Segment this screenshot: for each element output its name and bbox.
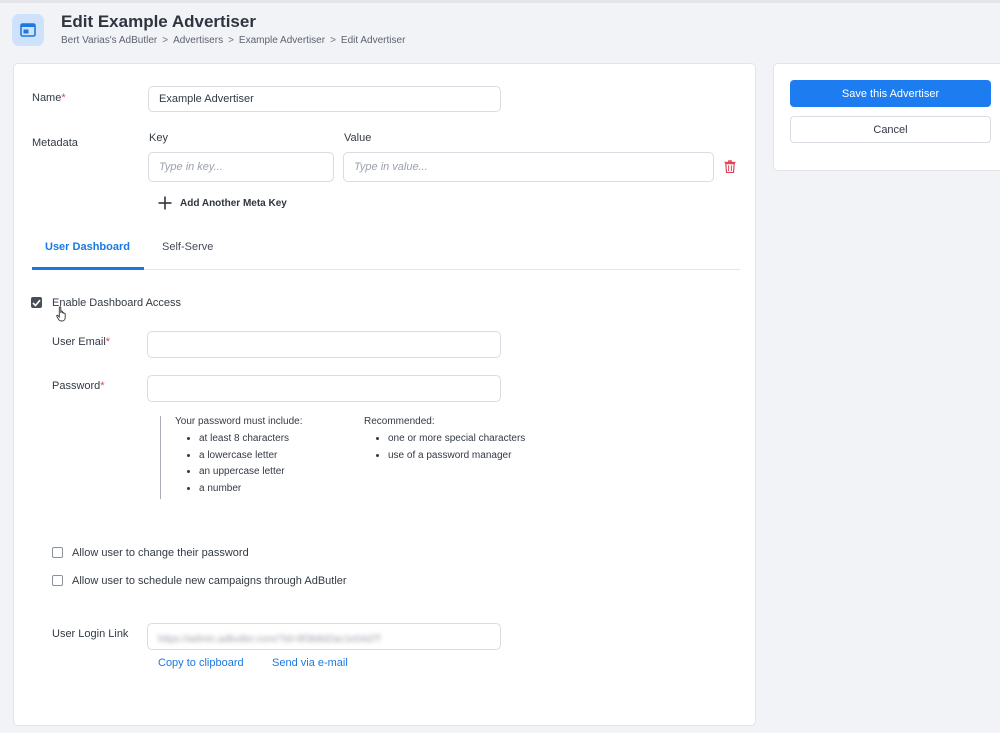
login-link-value: https://admin.adbutler.com/?id=9f3b8d2ac… bbox=[158, 634, 381, 645]
required-mark: * bbox=[61, 92, 66, 104]
enable-access-label[interactable]: Enable Dashboard Access bbox=[52, 297, 181, 309]
add-meta-key-button[interactable]: Add Another Meta Key bbox=[158, 196, 287, 210]
delete-meta-icon[interactable] bbox=[724, 160, 736, 178]
requirement-item: an uppercase letter bbox=[199, 465, 302, 479]
allow-schedule-label[interactable]: Allow user to schedule new campaigns thr… bbox=[72, 575, 347, 587]
checkmark-icon bbox=[32, 299, 41, 307]
add-meta-label: Add Another Meta Key bbox=[180, 197, 287, 209]
breadcrumb: Bert Varias's AdButler > Advertisers > E… bbox=[61, 35, 405, 46]
breadcrumb-separator: > bbox=[228, 35, 234, 46]
plus-icon bbox=[158, 196, 172, 210]
tab-self-serve[interactable]: Self-Serve bbox=[162, 241, 213, 253]
breadcrumb-separator: > bbox=[330, 35, 336, 46]
user-email-input[interactable] bbox=[147, 331, 501, 358]
name-label-text: Name bbox=[32, 92, 62, 104]
requirement-item: at least 8 characters bbox=[199, 432, 302, 446]
password-recommendations: Recommended: one or more special charact… bbox=[364, 416, 525, 465]
breadcrumb-item-advertisers[interactable]: Advertisers bbox=[173, 35, 223, 46]
name-label: Name* bbox=[32, 92, 66, 104]
password-requirements: Your password must include: at least 8 c… bbox=[175, 416, 302, 498]
copy-to-clipboard-link[interactable]: Copy to clipboard bbox=[158, 657, 244, 669]
login-link-field[interactable]: https://admin.adbutler.com/?id=9f3b8d2ac… bbox=[147, 623, 501, 650]
hand-cursor-icon bbox=[56, 306, 68, 327]
recommended-item: use of a password manager bbox=[388, 449, 525, 463]
breadcrumb-separator: > bbox=[162, 35, 169, 46]
top-border bbox=[0, 0, 1000, 3]
meta-value-label: Value bbox=[344, 132, 372, 144]
password-label: Password* bbox=[52, 380, 105, 392]
meta-key-input[interactable] bbox=[148, 152, 334, 182]
meta-key-label: Key bbox=[149, 132, 168, 144]
name-input[interactable] bbox=[148, 86, 501, 112]
breadcrumb-item-account[interactable]: Bert Varias's AdButler bbox=[61, 35, 157, 46]
requirement-item: a number bbox=[199, 482, 302, 496]
allow-schedule-checkbox[interactable] bbox=[52, 575, 63, 586]
send-via-email-link[interactable]: Send via e-mail bbox=[272, 657, 348, 669]
login-link-label: User Login Link bbox=[52, 628, 129, 640]
metadata-label: Metadata bbox=[32, 137, 78, 149]
tab-user-dashboard[interactable]: User Dashboard bbox=[45, 241, 130, 253]
active-tab-indicator bbox=[32, 267, 144, 270]
meta-value-input[interactable] bbox=[343, 152, 714, 182]
user-email-label-text: User Email bbox=[52, 336, 106, 348]
recommended-heading: Recommended: bbox=[364, 416, 435, 427]
password-requirements-rule bbox=[160, 416, 161, 499]
allow-change-password-checkbox[interactable] bbox=[52, 547, 63, 558]
page-title: Edit Example Advertiser bbox=[61, 12, 256, 31]
password-input[interactable] bbox=[147, 375, 501, 402]
requirements-heading: Your password must include: bbox=[175, 416, 303, 427]
advertiser-form-card: Name* Metadata Key Value Add Another Met… bbox=[13, 63, 756, 726]
requirement-item: a lowercase letter bbox=[199, 449, 302, 463]
required-mark: * bbox=[100, 380, 105, 392]
cancel-button[interactable]: Cancel bbox=[790, 116, 991, 143]
breadcrumb-item-advertiser[interactable]: Example Advertiser bbox=[239, 35, 325, 46]
actions-card: Save this Advertiser Cancel bbox=[773, 63, 1000, 171]
recommended-item: one or more special characters bbox=[388, 432, 525, 446]
enable-access-checkbox[interactable] bbox=[31, 297, 42, 308]
save-advertiser-button[interactable]: Save this Advertiser bbox=[790, 80, 991, 107]
password-label-text: Password bbox=[52, 380, 101, 392]
advertiser-icon bbox=[12, 14, 44, 46]
user-email-label: User Email* bbox=[52, 336, 110, 348]
breadcrumb-item-current: Edit Advertiser bbox=[340, 35, 406, 46]
required-mark: * bbox=[105, 336, 111, 348]
allow-change-password-label[interactable]: Allow user to change their password bbox=[72, 547, 249, 559]
